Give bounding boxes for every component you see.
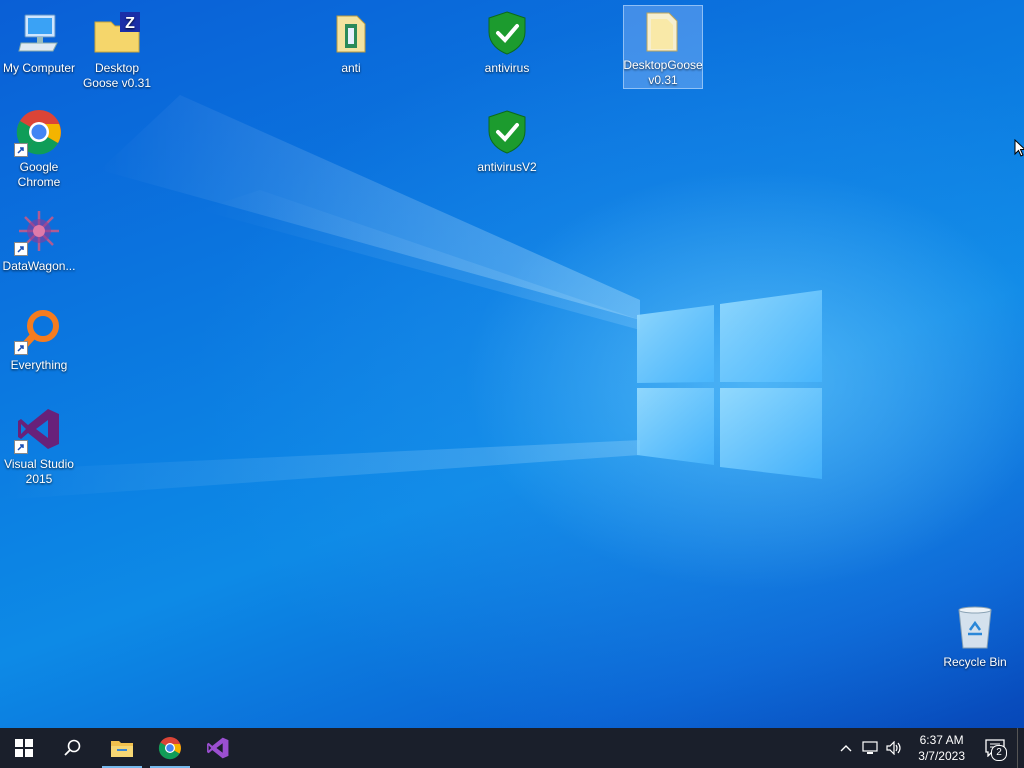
anti-archive[interactable]: anti xyxy=(312,6,390,76)
zip-archive-icon: Z xyxy=(92,8,142,58)
antivirus-shortcut[interactable]: antivirus xyxy=(468,6,546,76)
volume-button[interactable] xyxy=(882,728,906,768)
search-button[interactable] xyxy=(48,728,96,768)
everything-shortcut[interactable]: Everything xyxy=(0,303,78,373)
start-button[interactable] xyxy=(0,728,48,768)
computer-icon xyxy=(14,8,64,58)
action-center-button[interactable]: 2 xyxy=(973,728,1017,768)
icon-label: DataWagon... xyxy=(2,259,76,273)
folder-icon xyxy=(638,8,688,55)
icon-label: Visual Studio 2015 xyxy=(4,457,74,486)
shield-check-icon xyxy=(482,107,532,157)
visual-studio-icon xyxy=(207,737,229,759)
taskbar-google-chrome[interactable] xyxy=(146,728,194,768)
shield-check-icon xyxy=(482,8,532,58)
google-chrome-shortcut[interactable]: Google Chrome xyxy=(0,105,78,190)
icon-label: Recycle Bin xyxy=(943,655,1007,669)
desktop-background[interactable]: My Computer Z Desktop Goose v0.31 anti a… xyxy=(0,0,1024,728)
taskbar-file-explorer[interactable] xyxy=(98,728,146,768)
folder-icon xyxy=(111,741,133,757)
speaker-icon xyxy=(886,741,901,755)
shortcut-arrow-icon xyxy=(14,143,28,157)
taskbar-visual-studio[interactable] xyxy=(194,728,242,768)
chrome-icon xyxy=(14,107,64,157)
my-computer-icon-shortcut[interactable]: My Computer xyxy=(0,6,78,76)
chrome-icon xyxy=(158,737,181,760)
datawagon-icon xyxy=(14,206,64,256)
windows-logo-wallpaper xyxy=(637,290,822,479)
datawagon-shortcut[interactable]: DataWagon... xyxy=(0,204,78,274)
clock-date: 3/7/2023 xyxy=(918,749,965,763)
svg-text:Z: Z xyxy=(125,15,135,32)
show-desktop-button[interactable] xyxy=(1017,728,1024,768)
icon-label: Desktop Goose v0.31 xyxy=(82,61,152,90)
notification-count-badge: 2 xyxy=(991,745,1007,761)
system-tray: 6:37 AM 3/7/2023 2 xyxy=(834,728,1024,768)
network-button[interactable] xyxy=(858,728,882,768)
taskbar-clock[interactable]: 6:37 AM 3/7/2023 xyxy=(910,732,973,764)
icon-label: antivirus xyxy=(484,61,530,75)
taskbar: 6:37 AM 3/7/2023 2 xyxy=(0,728,1024,768)
icon-label: Google Chrome xyxy=(17,160,61,189)
show-hidden-icons-button[interactable] xyxy=(834,728,858,768)
magnifier-icon xyxy=(14,305,64,355)
search-icon xyxy=(64,739,81,756)
recycle-bin-icon-shortcut[interactable]: Recycle Bin xyxy=(936,600,1014,670)
network-icon xyxy=(862,741,878,754)
desktop-goose-archive[interactable]: Z Desktop Goose v0.31 xyxy=(78,6,156,91)
icon-label: DesktopGoose v0.31 xyxy=(623,58,703,87)
visual-studio-shortcut[interactable]: Visual Studio 2015 xyxy=(0,402,78,487)
shortcut-arrow-icon xyxy=(14,341,28,355)
winrar-archive-icon xyxy=(326,8,376,58)
shortcut-arrow-icon xyxy=(14,242,28,256)
desktop-goose-folder[interactable]: DesktopGoose v0.31 xyxy=(623,5,703,89)
visual-studio-icon xyxy=(14,404,64,454)
windows-start-icon xyxy=(15,739,33,757)
clock-time: 6:37 AM xyxy=(919,733,964,747)
icon-label: My Computer xyxy=(2,61,76,75)
icon-label: anti xyxy=(341,61,361,75)
icon-label: Everything xyxy=(10,358,68,372)
shortcut-arrow-icon xyxy=(14,440,28,454)
recycle-bin-icon xyxy=(950,602,1000,652)
mouse-cursor-icon xyxy=(1014,139,1024,157)
icon-label: antivirusV2 xyxy=(477,160,537,174)
chevron-up-icon xyxy=(840,745,852,752)
antivirusv2-shortcut[interactable]: antivirusV2 xyxy=(468,105,546,175)
